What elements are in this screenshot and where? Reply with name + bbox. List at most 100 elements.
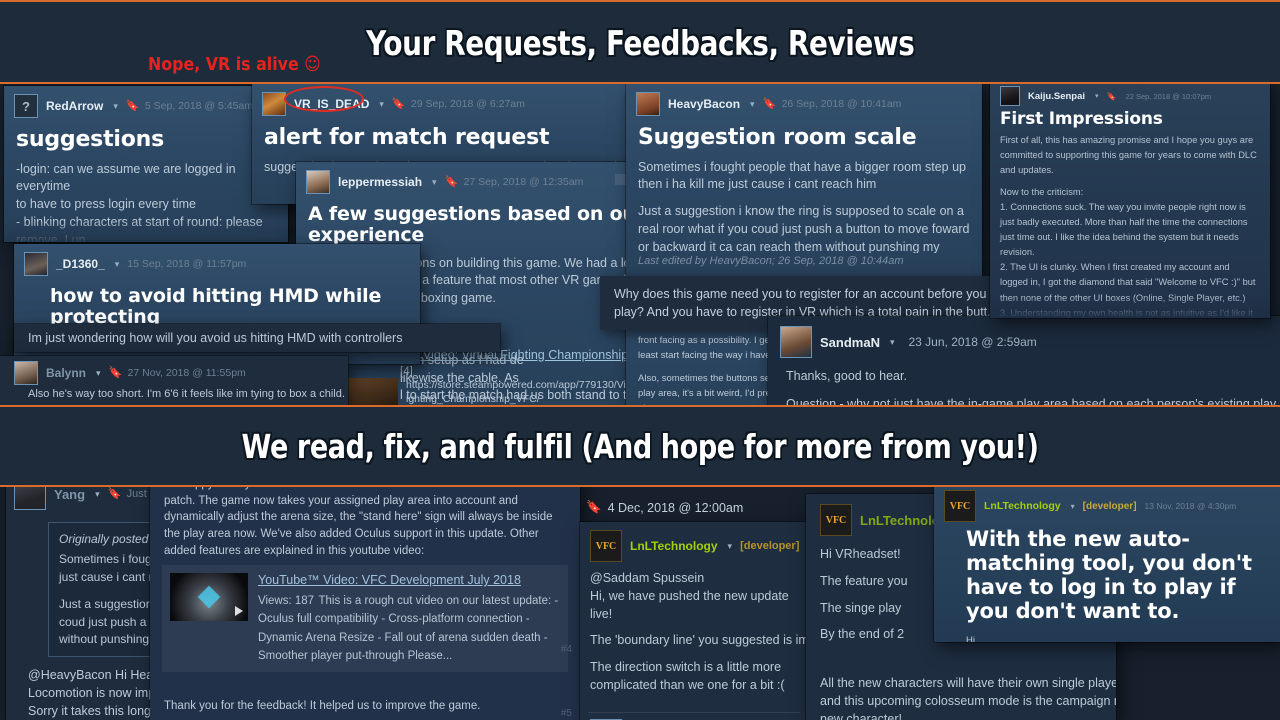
post-header: ? RedArrow ▾ 🔖 5 Sep, 2018 @ 5:45am [4,86,288,122]
avatar[interactable] [24,252,48,276]
avatar[interactable] [780,326,812,358]
username[interactable]: LnLTechnology [630,539,718,553]
post-header: HeavyBacon ▾ 🔖 26 Sep, 2018 @ 10:41am [626,84,982,120]
developer-tag: [developer] [1082,500,1137,512]
post-title: alert for match request [264,125,550,150]
post-body: @Saddam Spussein Hi, we have pushed the … [590,571,808,692]
avatar[interactable] [636,92,660,116]
chevron-down-icon[interactable]: ▾ [96,368,101,379]
post-header: VR_IS_DEAD ▾ 🔖 29 Sep, 2018 @ 6:27am [252,84,658,120]
username[interactable]: Balynn [46,366,86,380]
username[interactable]: Yang [54,487,85,502]
quoted-post: Originally posted by Heav Sometimes i fo… [48,522,154,658]
post-header: Saddam Spussein ▾ 🔖 22 Dec, 2018 @ 9:37a… [580,715,808,720]
youtube-embed[interactable]: YouTube™ Video: VFC Development July 201… [162,565,568,672]
post-header: SandmaN ▾ 23 Jun, 2018 @ 2:59am [768,316,1280,362]
youtube-meta: YouTube™ Video: VFC Development July 201… [258,573,560,663]
username[interactable]: Kaiju.Senpai [1028,91,1085,102]
post-title: Suggestion room scale [638,125,917,150]
post-number: #4 [560,644,572,655]
post-card-balynn[interactable]: Balynn ▾ 🔖 27 Nov, 2018 @ 11:55pm Also h… [0,356,348,408]
timestamp: 29 Sep, 2018 @ 6:27am [410,98,525,110]
username[interactable]: LnLTechnolo [860,513,940,528]
avatar-vfc-logo-icon[interactable]: VFC [590,530,622,562]
post-header: Kaiju.Senpai ▾ 🔖 22 Sep, 2018 @ 10:07pm [990,80,1270,108]
chevron-down-icon[interactable]: ▾ [1095,92,1099,100]
post-body: @HeavyBacon Hi HeavyB Locomotion is now … [28,668,154,718]
post-header: leppermessiah ▾ 🔖 27 Sep, 2018 @ 12:35am [296,162,664,198]
chevron-down-icon[interactable]: ▾ [115,259,120,270]
youtube-video-link[interactable]: YouTube™ Video: VFC Development July 201… [258,573,560,587]
pin-icon: 🔖 [444,175,459,188]
post-card-suggestions[interactable]: ? RedArrow ▾ 🔖 5 Sep, 2018 @ 5:45am sugg… [4,86,288,242]
banner-top-annotation: Nope, VR is alive ☺ [148,54,321,75]
post-body: -login: can we assume we are logged in e… [16,161,263,242]
timestamp: 27 Sep, 2018 @ 12:35am [463,176,584,188]
post-greeting: Hi, [966,634,978,642]
post-body: Im just wondering how will you avoid us … [28,331,403,345]
chevron-down-icon[interactable]: ▾ [95,489,100,500]
chevron-down-icon[interactable]: ▾ [1071,502,1075,511]
pin-icon: 🔖 [125,99,140,112]
username[interactable]: VR_IS_DEAD [294,97,369,111]
post-card-lnl-automatch[interactable]: VFC LnLTechnology ▾ [developer] 13 Nov, … [934,484,1280,642]
post-card-dev-update[interactable]: I'm happy to let you know that the arena… [150,472,580,720]
post-number: #5 [560,708,572,719]
post-card-yang[interactable]: Yang ▾ 🔖 Just now Originally posted by H… [6,472,154,720]
avatar-placeholder-icon[interactable]: ? [14,94,38,118]
post-header: Balynn ▾ 🔖 27 Nov, 2018 @ 11:55pm [0,356,348,387]
post-card-first-impressions[interactable]: Kaiju.Senpai ▾ 🔖 22 Sep, 2018 @ 10:07pm … [990,80,1270,318]
thread-timestamp: 🔖 4 Dec, 2018 @ 12:00am [586,500,743,515]
post-header: VFC LnLTechnology ▾ [developer] 13 Nov, … [934,484,1280,524]
post-card-lnl-update[interactable]: VFC LnLTechnology ▾ [developer] 4 Dec, 2… [580,522,808,720]
username[interactable]: LnLTechnology [984,500,1061,512]
post-body: First of all, this has amazing promise a… [1000,135,1257,318]
banner-top: Your Requests, Feedbacks, Reviews Nope, … [0,0,1280,84]
avatar[interactable] [1000,86,1020,106]
username[interactable]: HeavyBacon [668,97,740,111]
post-card-sandman-top[interactable]: SandmaN ▾ 23 Jun, 2018 @ 2:59am Thanks, … [768,316,1280,408]
screenshot-root: ? RedArrow ▾ 🔖 5 Sep, 2018 @ 5:45am sugg… [0,0,1280,720]
post-card-room-scale[interactable]: HeavyBacon ▾ 🔖 26 Sep, 2018 @ 10:41am Su… [626,84,982,288]
username[interactable]: RedArrow [46,99,103,113]
last-edited-note: Last edited by HeavyBacon; 26 Sep, 2018 … [638,254,904,267]
chevron-down-icon[interactable]: ▾ [379,99,384,110]
timestamp: 26 Sep, 2018 @ 10:41am [781,98,902,110]
developer-tag: [developer] [740,540,800,552]
quote-header: Originally posted by Heav [59,532,154,546]
youtube-views: [4] [400,366,413,378]
post-title: suggestions [16,127,164,152]
username[interactable]: _D1360_ [56,257,105,271]
username[interactable]: SandmaN [820,335,880,350]
post-title: First Impressions [1000,109,1163,129]
banner-top-title: Your Requests, Feedbacks, Reviews [365,24,915,64]
pin-icon: 🔖 [1106,91,1117,101]
avatar-vfc-logo-icon[interactable]: VFC [820,504,852,536]
timestamp: 13 Nov, 2018 @ 4:30pm [1144,501,1237,511]
pin-icon: 🔖 [107,487,122,500]
username[interactable]: leppermessiah [338,175,422,189]
post-body-tail: All the new characters will have their o… [820,676,1116,720]
avatar[interactable] [306,170,330,194]
post-body: Thanks, good to hear. Question - why not… [786,369,1280,408]
youtube-thumbnail[interactable] [170,573,248,622]
post-header: _D1360_ ▾ 15 Sep, 2018 @ 11:57pm [14,244,420,280]
banner-middle-title: We read, fix, and fulfil (And hope for m… [241,426,1039,466]
pin-icon: 🔖 [108,366,123,379]
avatar-vfc-logo-icon[interactable]: VFC [944,490,976,522]
chevron-down-icon[interactable]: ▾ [113,101,118,112]
thread-timestamp-text: 4 Dec, 2018 @ 12:00am [607,500,744,515]
avatar[interactable] [262,92,286,116]
timestamp: 22 Sep, 2018 @ 10:07pm [1125,91,1212,101]
post-card-hmd-reply[interactable]: Im just wondering how will you avoid us … [14,324,500,352]
pin-icon: 🔖 [762,97,777,110]
bubble-text: Why does this game need you to register … [614,287,1011,320]
store-url[interactable]: https://store.steampowered.com/app/77913… [406,378,660,406]
chevron-down-icon[interactable]: ▾ [432,177,437,188]
chevron-down-icon[interactable]: ▾ [890,337,895,348]
timestamp: 5 Sep, 2018 @ 5:45am [144,100,254,112]
chevron-down-icon[interactable]: ▾ [750,99,755,110]
chevron-down-icon[interactable]: ▾ [728,541,733,552]
timestamp: 15 Sep, 2018 @ 11:57pm [127,258,247,270]
avatar[interactable] [14,361,38,385]
